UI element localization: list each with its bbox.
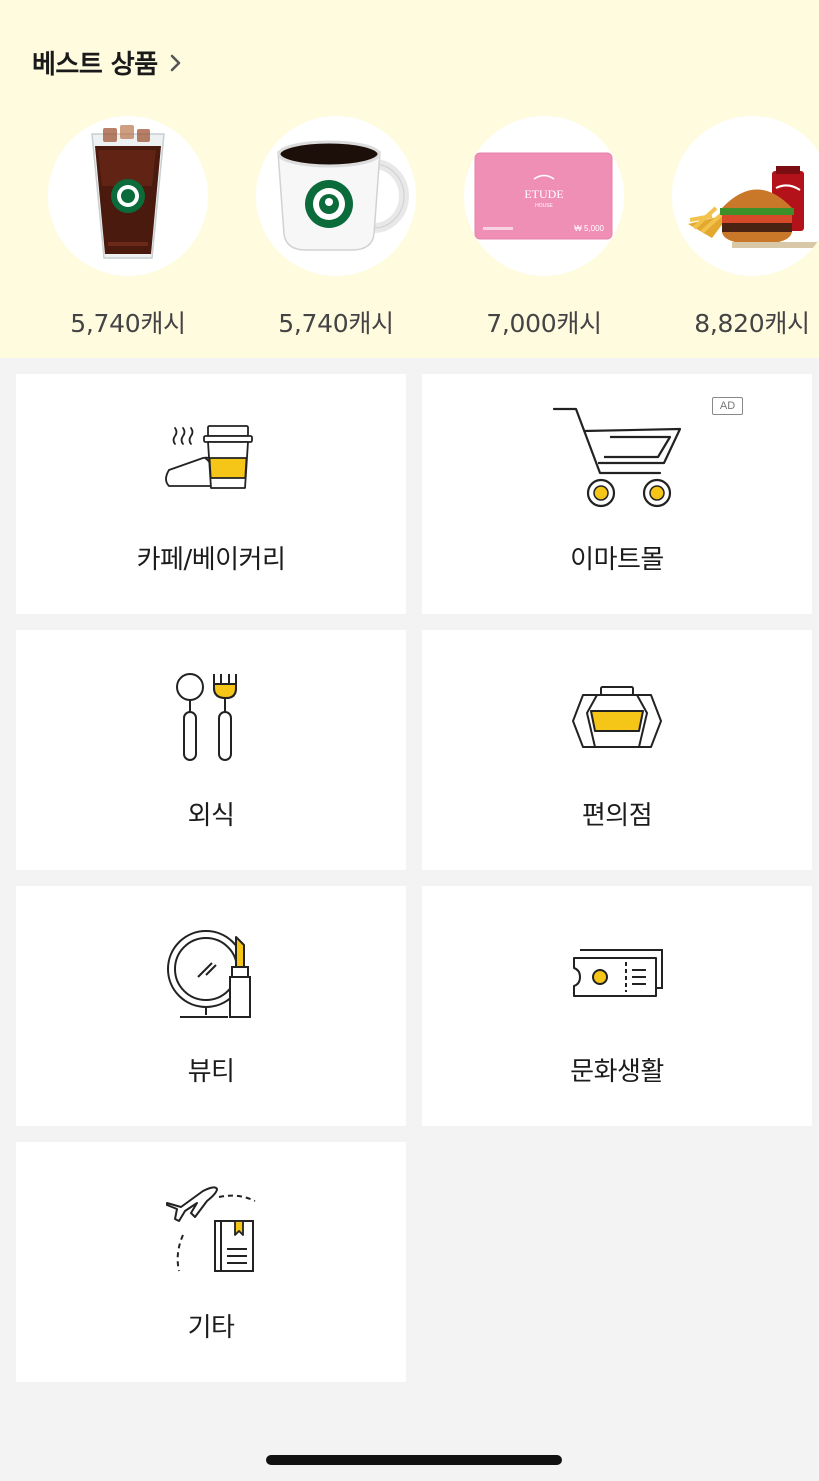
burger-set-image [672,116,819,276]
shopping-cart-icon [552,407,682,508]
category-cafe-bakery[interactable]: 카페/베이커리 [16,374,406,614]
category-label: 기타 [187,1313,235,1343]
product-item[interactable]: ETUDE HOUSE ₩ 5,000 7,000캐시 [464,116,624,340]
category-emart-mall[interactable]: AD 이마트몰 [422,374,812,614]
spoon-fork-icon [176,673,237,761]
hot-coffee-mug-image [256,116,416,276]
product-item[interactable]: 8,820캐시 [672,116,819,340]
svg-text:₩ 5,000: ₩ 5,000 [574,224,604,233]
best-products-title: 베스트 상품 [32,50,158,80]
chevron-right-icon [170,54,180,71]
product-item[interactable]: 5,740캐시 [48,116,208,340]
svg-text:HOUSE: HOUSE [535,203,553,209]
best-products-section: 베스트 상품 5,740캐시 5,740캐시 ETUDE HOUSE ₩ 5,0… [0,0,819,358]
category-convenience-store[interactable]: 편의점 [422,630,812,870]
category-dining[interactable]: 외식 [16,630,406,870]
gift-card-image: ETUDE HOUSE ₩ 5,000 [464,116,624,276]
svg-text:ETUDE: ETUDE [524,187,563,201]
home-indicator[interactable] [266,1455,562,1465]
mirror-lipstick-icon [167,930,251,1018]
category-label: 문화생활 [570,1057,664,1087]
category-beauty[interactable]: 뷰티 [16,886,406,1126]
product-item[interactable]: 5,740캐시 [256,116,416,340]
product-price: 8,820캐시 [694,309,810,338]
category-label: 외식 [187,801,235,831]
cafe-bakery-icon [165,425,253,489]
category-culture[interactable]: 문화생활 [422,886,812,1126]
iced-coffee-image [48,116,208,276]
ticket-icon [573,949,663,997]
product-price: 5,740캐시 [278,309,394,338]
category-others[interactable]: 기타 [16,1142,406,1382]
convenience-store-icon [572,686,662,748]
category-label: 뷰티 [187,1057,235,1087]
category-label: 편의점 [581,801,653,831]
product-price: 7,000캐시 [486,309,602,338]
category-label: 카페/베이커리 [136,545,286,575]
best-products-header[interactable]: 베스트 상품 [32,44,184,81]
category-label: 이마트몰 [570,545,664,575]
airplane-book-icon [166,1186,256,1272]
product-price: 5,740캐시 [70,309,186,338]
